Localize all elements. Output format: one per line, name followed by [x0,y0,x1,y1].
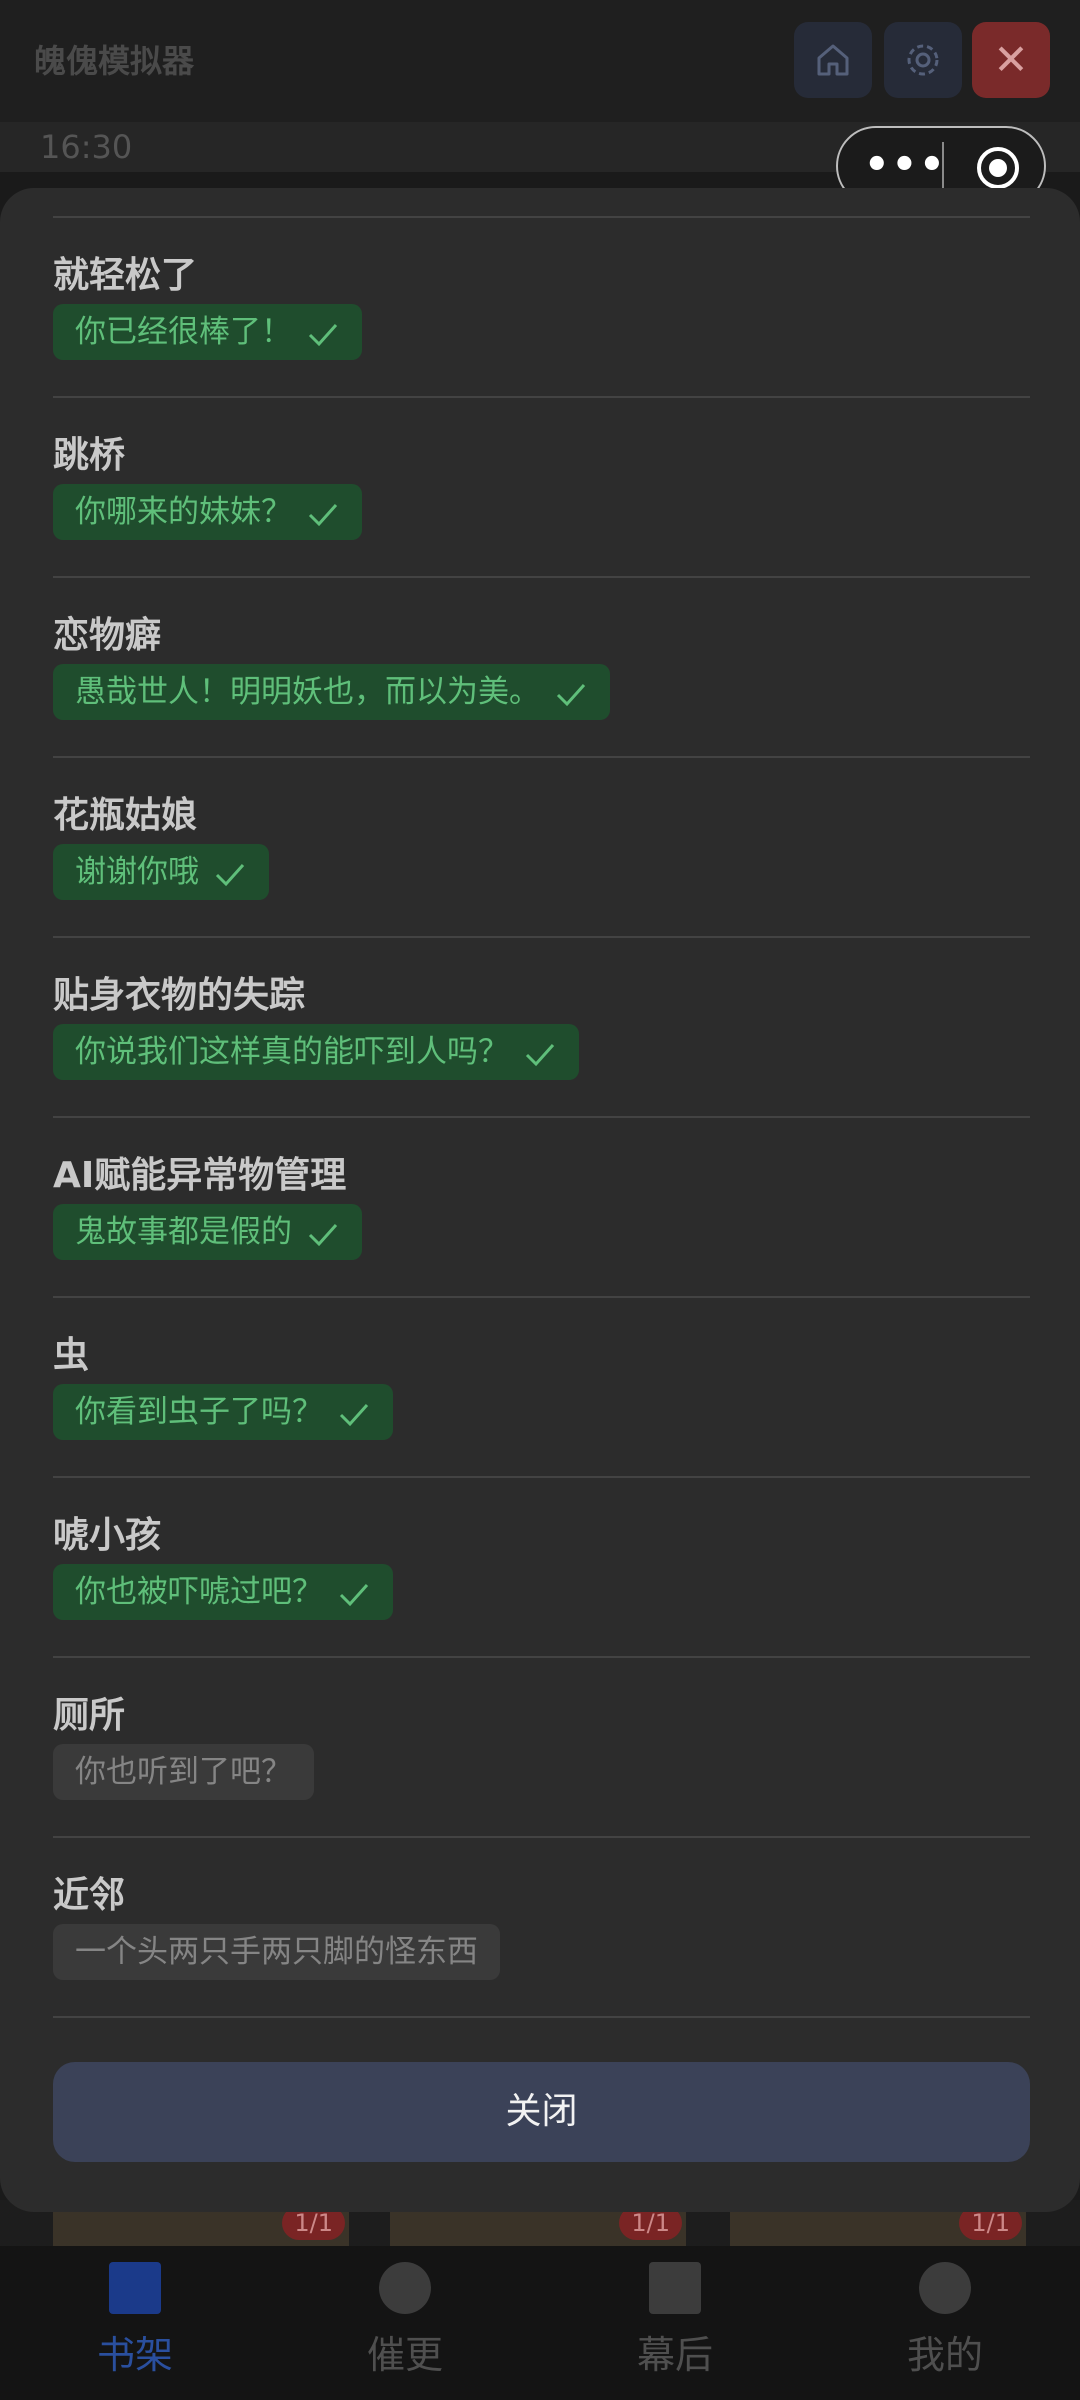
check-icon [556,683,586,706]
check-icon [308,503,338,526]
answer-solved[interactable]: 你看到虫子了吗？ [53,1384,393,1440]
check-icon [215,863,245,886]
answer-text: 愚哉世人！明明妖也，而以为美。 [75,674,540,710]
capsule-divider [942,142,944,190]
app-header: 魄傀模拟器 ✕ [0,0,1080,122]
check-icon [308,1223,338,1246]
check-icon [339,1583,369,1606]
list-item: 跳桥你哪来的妹妹？ [53,398,1030,578]
item-title: 就轻松了 [53,255,198,296]
item-title: 唬小孩 [53,1515,162,1556]
item-title: 厕所 [53,1695,126,1736]
answer-solved[interactable]: 你说我们这样真的能吓到人吗？ [53,1024,579,1080]
exit-target-icon[interactable] [976,146,1020,190]
answer-text: 你也被吓唬过吧？ [75,1574,323,1610]
answer-solved[interactable]: 愚哉世人！明明妖也，而以为美。 [53,664,610,720]
answer-pending[interactable]: 你也听到了吧？ [53,1744,314,1800]
answer-solved[interactable]: 鬼故事都是假的 [53,1204,362,1260]
tab-label: 书架 [96,2333,173,2377]
bookshelf-icon [109,2262,161,2314]
item-title: 虫 [53,1335,90,1376]
list-item: AI赋能异常物管理鬼故事都是假的 [53,1118,1030,1298]
app-title: 魄傀模拟器 [34,42,195,80]
check-icon [525,1043,555,1066]
behind-scenes-icon [649,2262,701,2314]
item-title: 花瓶姑娘 [53,795,198,836]
close-button[interactable]: 关闭 [53,2062,1030,2162]
home-icon [817,44,849,76]
bottom-tab-bar: 书架 催更 幕后 我的 [0,2246,1080,2400]
urge-icon [379,2262,431,2314]
answer-solved[interactable]: 你也被吓唬过吧？ [53,1564,393,1620]
item-title: 贴身衣物的失踪 [53,975,306,1016]
list-item: 就轻松了你已经很棒了！ [53,218,1030,398]
item-title: AI赋能异常物管理 [53,1155,347,1196]
list-item: 虫你看到虫子了吗？ [53,1298,1030,1478]
item-title: 近邻 [53,1875,126,1916]
answer-solved[interactable]: 你已经很棒了！ [53,304,362,360]
list-item: 花瓶姑娘谢谢你哦 [53,758,1030,938]
tab-behind-scenes[interactable]: 幕后 [585,2262,765,2379]
tab-label: 催更 [366,2333,443,2377]
puzzle-list[interactable]: 就轻松了 你已经很棒了！ 跳桥 你哪来的妹妹？ 恋物癖 愚哉世人！明明妖也，而以为美。 花瓶… [53,216,1030,2018]
answer-text: 你看到虫子了吗？ [75,1394,323,1430]
tab-profile[interactable]: 我的 [855,2262,1035,2379]
profile-icon [919,2262,971,2314]
list-item: 近邻一个头两只手两只脚的怪东西 [53,1838,1030,2018]
status-time: 16:30 [40,128,133,166]
more-icon[interactable]: ••• [864,145,947,185]
tab-label: 我的 [906,2333,983,2377]
tab-label: 幕后 [636,2333,713,2377]
check-icon [308,323,338,346]
check-icon [339,1403,369,1426]
answer-text: 鬼故事都是假的 [75,1214,292,1250]
list-item: 唬小孩你也被吓唬过吧？ [53,1478,1030,1658]
close-app-button[interactable]: ✕ [972,22,1050,98]
answer-text: 你已经很棒了！ [75,314,292,350]
settings-button[interactable] [884,22,962,98]
answer-text: 你也听到了吧？ [75,1754,292,1790]
puzzle-list-sheet: 就轻松了 你已经很棒了！ 跳桥 你哪来的妹妹？ 恋物癖 愚哉世人！明明妖也，而以为美。 花瓶… [0,188,1080,2212]
answer-text: 一个头两只手两只脚的怪东西 [75,1934,478,1970]
answer-solved[interactable]: 你哪来的妹妹？ [53,484,362,540]
list-item: 恋物癖愚哉世人！明明妖也，而以为美。 [53,578,1030,758]
answer-text: 谢谢你哦 [75,854,199,890]
close-icon: ✕ [993,35,1029,84]
home-button[interactable] [794,22,872,98]
answer-solved[interactable]: 谢谢你哦 [53,844,269,900]
list-item: 厕所你也听到了吧？ [53,1658,1030,1838]
answer-text: 你哪来的妹妹？ [75,494,292,530]
answer-pending[interactable]: 一个头两只手两只脚的怪东西 [53,1924,500,1980]
tab-bookshelf[interactable]: 书架 [45,2262,225,2379]
answer-text: 你说我们这样真的能吓到人吗？ [75,1034,509,1070]
item-title: 跳桥 [53,435,126,476]
item-title: 恋物癖 [53,615,162,656]
gear-icon [907,44,939,76]
list-item: 贴身衣物的失踪你说我们这样真的能吓到人吗？ [53,938,1030,1118]
tab-urge[interactable]: 催更 [315,2262,495,2379]
